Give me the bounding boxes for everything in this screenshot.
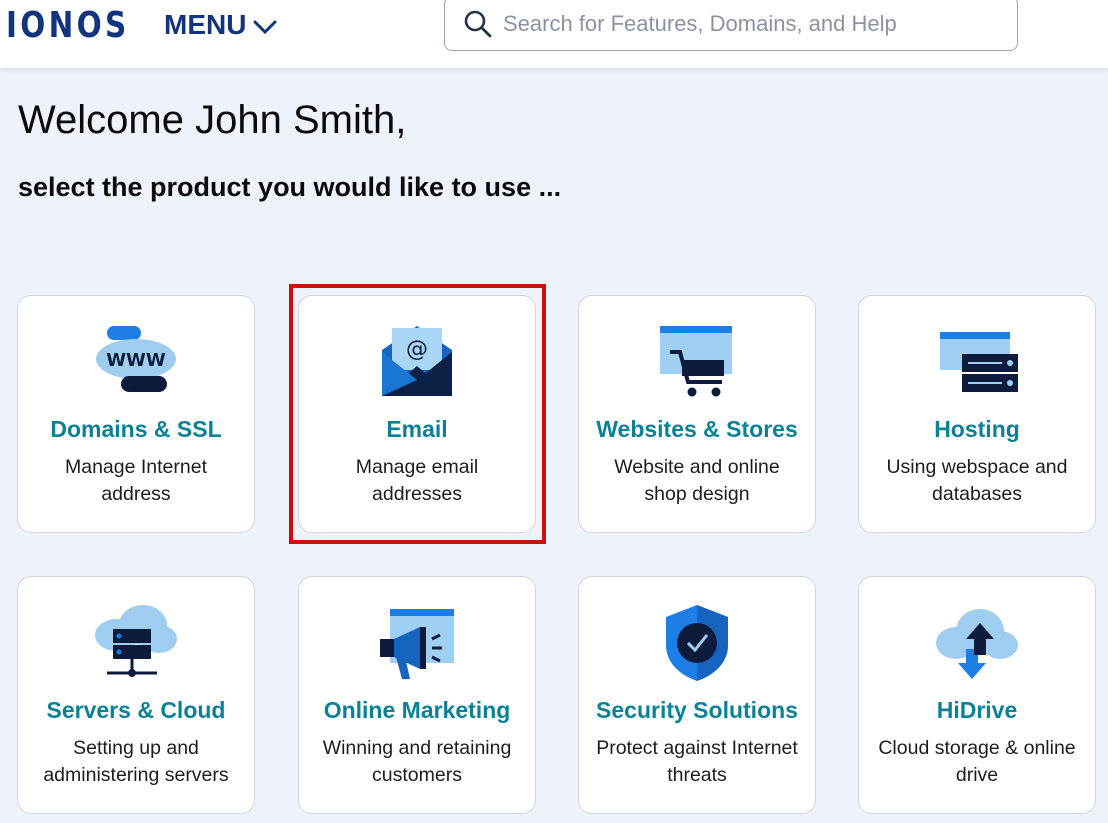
cloud-upload-icon xyxy=(936,609,1018,679)
product-title: Email xyxy=(386,416,448,442)
product-title: HiDrive xyxy=(936,697,1018,723)
product-description: Manage Internet address xyxy=(64,456,207,505)
server-hosting-icon xyxy=(940,332,1018,392)
product-description: Winning and retaining customers xyxy=(322,737,512,786)
product-description: Using webspace and databases xyxy=(886,456,1068,505)
ionos-logo[interactable]: IONOS xyxy=(6,6,130,46)
product-title: Websites & Stores xyxy=(596,416,798,442)
product-description: Website and online shop design xyxy=(614,456,780,505)
svg-text:WWW: WWW xyxy=(106,350,166,371)
shopping-cart-icon xyxy=(660,326,732,397)
shield-check-icon xyxy=(666,605,728,681)
product-title: Domains & SSL xyxy=(50,416,222,442)
page-subtitle: select the product you would like to use… xyxy=(18,172,562,202)
product-card-marketing[interactable]: Online Marketing Winning and retaining c… xyxy=(298,576,536,814)
product-card-security[interactable]: Security Solutions Protect against Inter… xyxy=(578,576,816,814)
search-box[interactable] xyxy=(444,0,1018,51)
menu-button[interactable]: MENU xyxy=(164,6,278,44)
product-title: Servers & Cloud xyxy=(46,697,226,723)
product-description: Cloud storage & online drive xyxy=(878,737,1076,786)
product-title: Hosting xyxy=(934,416,1020,442)
product-card-servers[interactable]: Servers & Cloud Setting up and administe… xyxy=(17,576,255,814)
product-card-domains[interactable]: WWW Domains & SSL Manage Internet addres… xyxy=(17,295,255,533)
www-domain-icon: WWW xyxy=(96,326,176,392)
email-envelope-icon: @ xyxy=(382,326,452,396)
product-title: Security Solutions xyxy=(596,697,798,723)
search-icon xyxy=(464,10,492,37)
product-card-hidrive[interactable]: HiDrive Cloud storage & online drive xyxy=(858,576,1096,814)
product-description: Manage email addresses xyxy=(355,456,479,505)
product-description: Protect against Internet threats xyxy=(596,737,798,786)
svg-text:@: @ xyxy=(406,337,428,362)
top-bar: IONOS MENU xyxy=(0,0,1108,68)
cloud-server-icon xyxy=(95,605,177,677)
megaphone-icon xyxy=(380,609,454,679)
menu-label: MENU xyxy=(164,9,247,40)
welcome-heading: Welcome John Smith, xyxy=(18,98,407,142)
product-card-websites[interactable]: Websites & Stores Website and online sho… xyxy=(578,295,816,533)
search-input[interactable] xyxy=(503,10,1003,37)
chevron-down-icon xyxy=(253,20,277,34)
product-card-email[interactable]: @ Email Manage email addresses xyxy=(298,295,536,533)
product-title: Online Marketing xyxy=(323,697,511,723)
product-card-hosting[interactable]: Hosting Using webspace and databases xyxy=(858,295,1096,533)
product-description: Setting up and administering servers xyxy=(43,737,229,786)
